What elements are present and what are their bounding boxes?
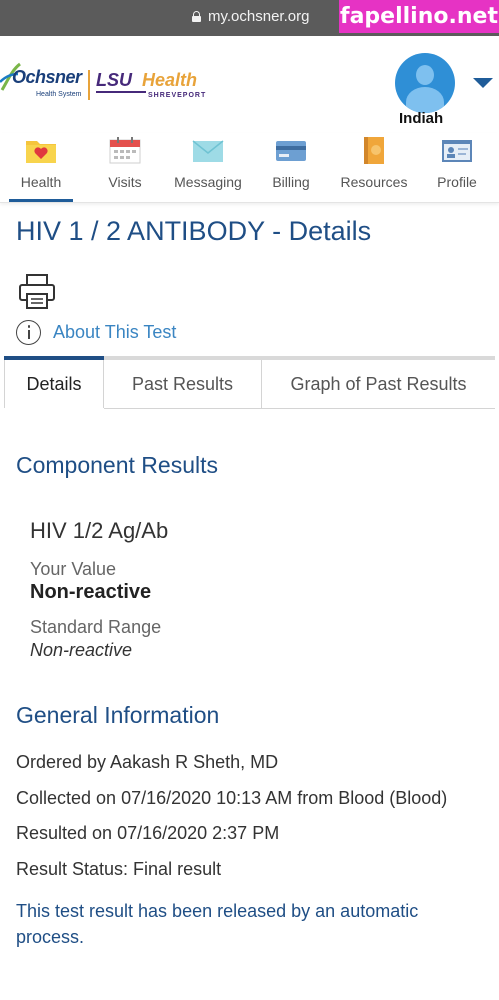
- info-icon: [16, 320, 41, 345]
- tab-bar-bottom-border: [104, 408, 495, 409]
- nav-label-profile: Profile: [437, 174, 477, 190]
- lock-icon: [192, 11, 201, 22]
- tab-bar: Details Past Results Graph of Past Resul…: [4, 356, 495, 408]
- collected-on: Collected on 07/16/2020 10:13 AM from Bl…: [16, 788, 448, 808]
- printer-icon[interactable]: [17, 272, 57, 312]
- url-display[interactable]: my.ochsner.org: [192, 8, 309, 25]
- nav-active-indicator: [9, 199, 73, 202]
- username: Indiah: [399, 110, 444, 127]
- main-nav: Health Visits Messaging Billing Resource…: [0, 133, 499, 203]
- your-value-label: Your Value: [30, 559, 117, 579]
- nav-label-health: Health: [20, 174, 62, 190]
- nav-item-visits[interactable]: Visits: [93, 133, 157, 203]
- nav-item-billing[interactable]: Billing: [262, 133, 320, 203]
- your-value: Non-reactive: [30, 581, 152, 603]
- tab-past-results[interactable]: Past Results: [104, 360, 262, 408]
- shreveport-text: SHREVEPORT: [148, 92, 207, 99]
- about-this-test-label: About This Test: [53, 322, 177, 342]
- component-name: HIV 1/2 Ag/Ab: [30, 518, 169, 543]
- ordered-by: Ordered by Aakash R Sheth, MD: [16, 752, 279, 772]
- nav-label-resources: Resources: [340, 174, 408, 190]
- nav-label-billing: Billing: [272, 174, 310, 190]
- nav-item-health[interactable]: Health: [9, 133, 73, 203]
- tab-graph-past-results[interactable]: Graph of Past Results: [262, 360, 495, 408]
- tab-active-indicator: [4, 356, 104, 360]
- nav-item-profile[interactable]: Profile: [428, 133, 486, 203]
- release-note: This test result has been released by an…: [16, 901, 419, 947]
- lsu-underline: [96, 91, 146, 93]
- logo-divider: [88, 70, 90, 100]
- component-results-heading: Component Results: [16, 452, 218, 478]
- nav-label-visits: Visits: [108, 174, 142, 190]
- nav-label-messaging: Messaging: [174, 174, 242, 190]
- credit-card-icon: [276, 141, 306, 161]
- nav-item-messaging[interactable]: Messaging: [168, 133, 248, 203]
- about-this-test-link[interactable]: About This Test: [16, 320, 176, 345]
- lsu-logo-text: LSU: [96, 70, 132, 90]
- general-information-heading: General Information: [16, 702, 220, 728]
- tab-past-results-label: Past Results: [131, 374, 234, 394]
- url-text: my.ochsner.org: [208, 8, 310, 25]
- nav-item-resources[interactable]: Resources: [333, 133, 415, 203]
- calendar-icon: [109, 137, 141, 164]
- envelope-icon: [192, 140, 224, 162]
- ochsner-logo-text: Ochsner: [12, 67, 82, 87]
- tab-details[interactable]: Details: [4, 360, 104, 408]
- resulted-on: Resulted on 07/16/2020 2:37 PM: [16, 823, 280, 843]
- standard-range-value: Non-reactive: [30, 640, 133, 660]
- tab-graph-label: Graph of Past Results: [290, 374, 467, 394]
- avatar[interactable]: [395, 53, 455, 113]
- watermark: fapellino.net: [339, 0, 499, 33]
- page-title: HIV 1 / 2 ANTIBODY - Details: [16, 216, 372, 246]
- ochsner-logo-sub: Health System: [36, 91, 82, 98]
- lsu-health-text: Health: [142, 70, 198, 90]
- chevron-down-icon[interactable]: [473, 78, 493, 88]
- heart-folder-icon: [26, 141, 56, 163]
- standard-range-label: Standard Range: [30, 617, 162, 637]
- book-icon: [364, 137, 384, 164]
- id-card-icon: [442, 140, 472, 162]
- tab-details-label: Details: [26, 374, 82, 394]
- avatar-head: [416, 65, 434, 85]
- result-status: Result Status: Final result: [16, 859, 222, 879]
